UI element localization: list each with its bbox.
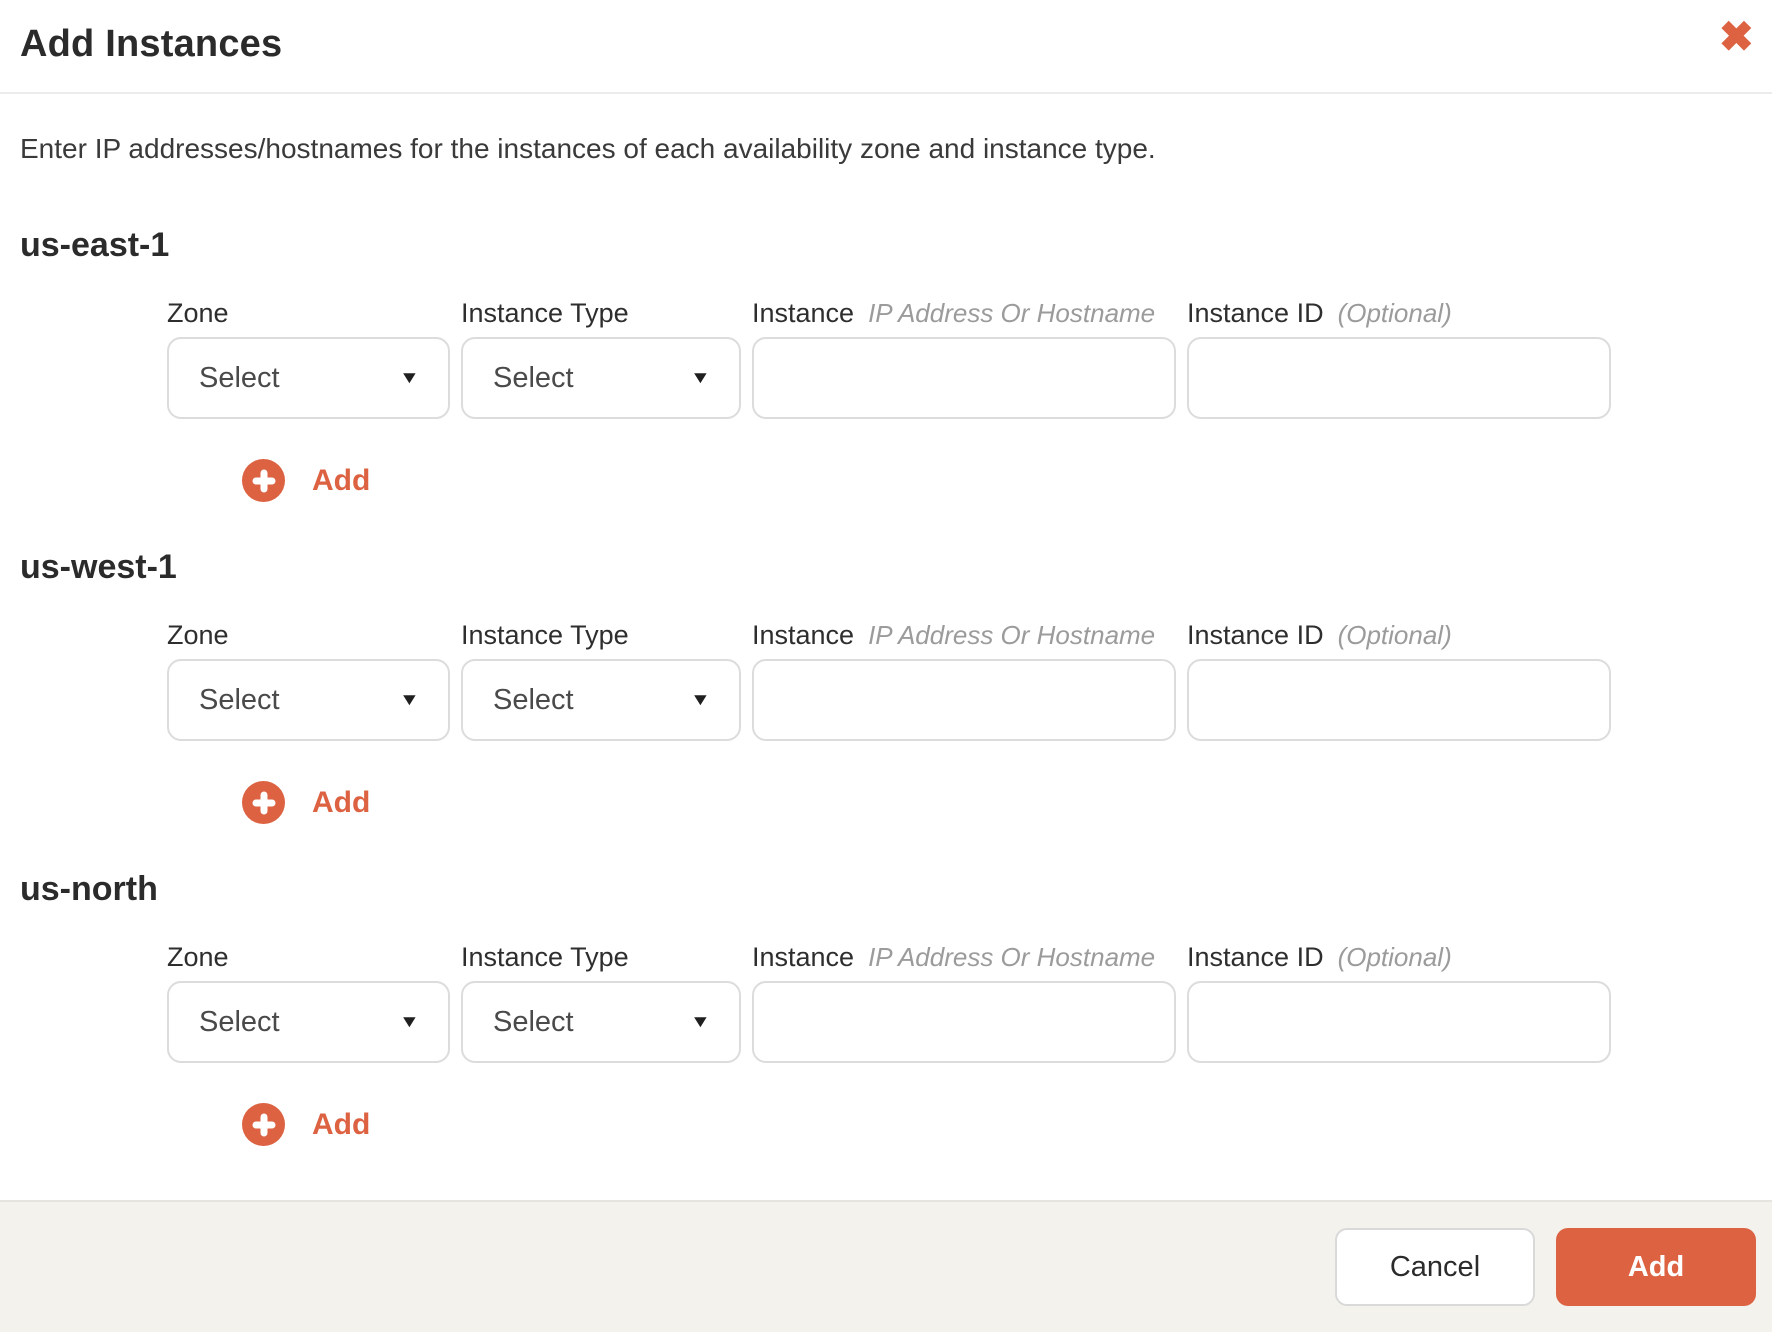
add-instance-row-button[interactable]: Add	[242, 459, 370, 502]
plus-icon	[242, 781, 285, 824]
zone-select-value: Select	[199, 361, 280, 394]
instance-id-hint: (Optional)	[1337, 942, 1452, 972]
instance-label: Instance	[752, 620, 855, 650]
close-icon: ✖	[1718, 13, 1754, 60]
add-row-label: Add	[312, 1107, 371, 1141]
instance-type-label: Instance Type	[461, 942, 629, 972]
instance-id-label: Instance ID	[1187, 620, 1324, 650]
chevron-down-icon: ▼	[690, 368, 712, 387]
instance-id-input[interactable]	[1187, 337, 1611, 419]
plus-icon	[242, 1103, 285, 1146]
instance-type-select-value: Select	[493, 361, 574, 394]
dialog-body: us-east-1 Zone Instance Type Instance IP …	[0, 226, 1772, 1146]
zone-label: Zone	[167, 620, 229, 650]
zone-select-value: Select	[199, 1005, 280, 1038]
instance-type-select[interactable]: Select ▼	[461, 981, 741, 1063]
instance-type-select[interactable]: Select ▼	[461, 337, 741, 419]
chevron-down-icon: ▼	[399, 368, 421, 387]
zone-select[interactable]: Select ▼	[167, 659, 450, 741]
close-button[interactable]: ✖	[1713, 10, 1760, 64]
instance-id-label: Instance ID	[1187, 942, 1324, 972]
zone-label: Zone	[167, 942, 229, 972]
availability-zone-section: us-east-1 Zone Instance Type Instance IP …	[20, 226, 1752, 502]
dialog-header: Add Instances ✖	[0, 0, 1772, 94]
chevron-down-icon: ▼	[690, 1012, 712, 1031]
instance-id-hint: (Optional)	[1337, 620, 1452, 650]
instance-id-input[interactable]	[1187, 981, 1611, 1063]
add-row-label: Add	[312, 785, 371, 819]
zone-select[interactable]: Select ▼	[167, 981, 450, 1063]
plus-icon	[242, 459, 285, 502]
instance-id-label: Instance ID	[1187, 298, 1324, 328]
instance-label: Instance	[752, 942, 855, 972]
add-instance-row-button[interactable]: Add	[242, 781, 370, 824]
zone-section-title: us-east-1	[20, 226, 170, 264]
instance-type-label: Instance Type	[461, 298, 629, 328]
instance-id-hint: (Optional)	[1337, 298, 1452, 328]
instance-type-select-value: Select	[493, 1005, 574, 1038]
chevron-down-icon: ▼	[399, 690, 421, 709]
instance-type-select[interactable]: Select ▼	[461, 659, 741, 741]
submit-add-button[interactable]: Add	[1556, 1228, 1756, 1306]
zone-section-title: us-north	[20, 870, 158, 908]
chevron-down-icon: ▼	[690, 690, 712, 709]
dialog-description: Enter IP addresses/hostnames for the ins…	[20, 133, 1156, 164]
instance-input[interactable]	[752, 659, 1176, 741]
instance-input[interactable]	[752, 981, 1176, 1063]
cancel-button[interactable]: Cancel	[1335, 1228, 1535, 1306]
instance-id-input[interactable]	[1187, 659, 1611, 741]
chevron-down-icon: ▼	[399, 1012, 421, 1031]
instance-label: Instance	[752, 298, 855, 328]
availability-zone-section: us-north Zone Instance Type Instance IP A…	[20, 870, 1752, 1146]
instance-input[interactable]	[752, 337, 1176, 419]
add-row-label: Add	[312, 463, 371, 497]
zone-label: Zone	[167, 298, 229, 328]
zone-section-title: us-west-1	[20, 548, 177, 586]
instance-hint: IP Address Or Hostname	[868, 620, 1156, 650]
dialog-footer: Cancel Add	[0, 1200, 1772, 1332]
add-instance-row-button[interactable]: Add	[242, 1103, 370, 1146]
zone-select-value: Select	[199, 683, 280, 716]
zone-select[interactable]: Select ▼	[167, 337, 450, 419]
instance-type-select-value: Select	[493, 683, 574, 716]
dialog-title: Add Instances	[20, 23, 283, 65]
instance-type-label: Instance Type	[461, 620, 629, 650]
instance-hint: IP Address Or Hostname	[868, 942, 1156, 972]
instance-hint: IP Address Or Hostname	[868, 298, 1156, 328]
availability-zone-section: us-west-1 Zone Instance Type Instance IP …	[20, 548, 1752, 824]
